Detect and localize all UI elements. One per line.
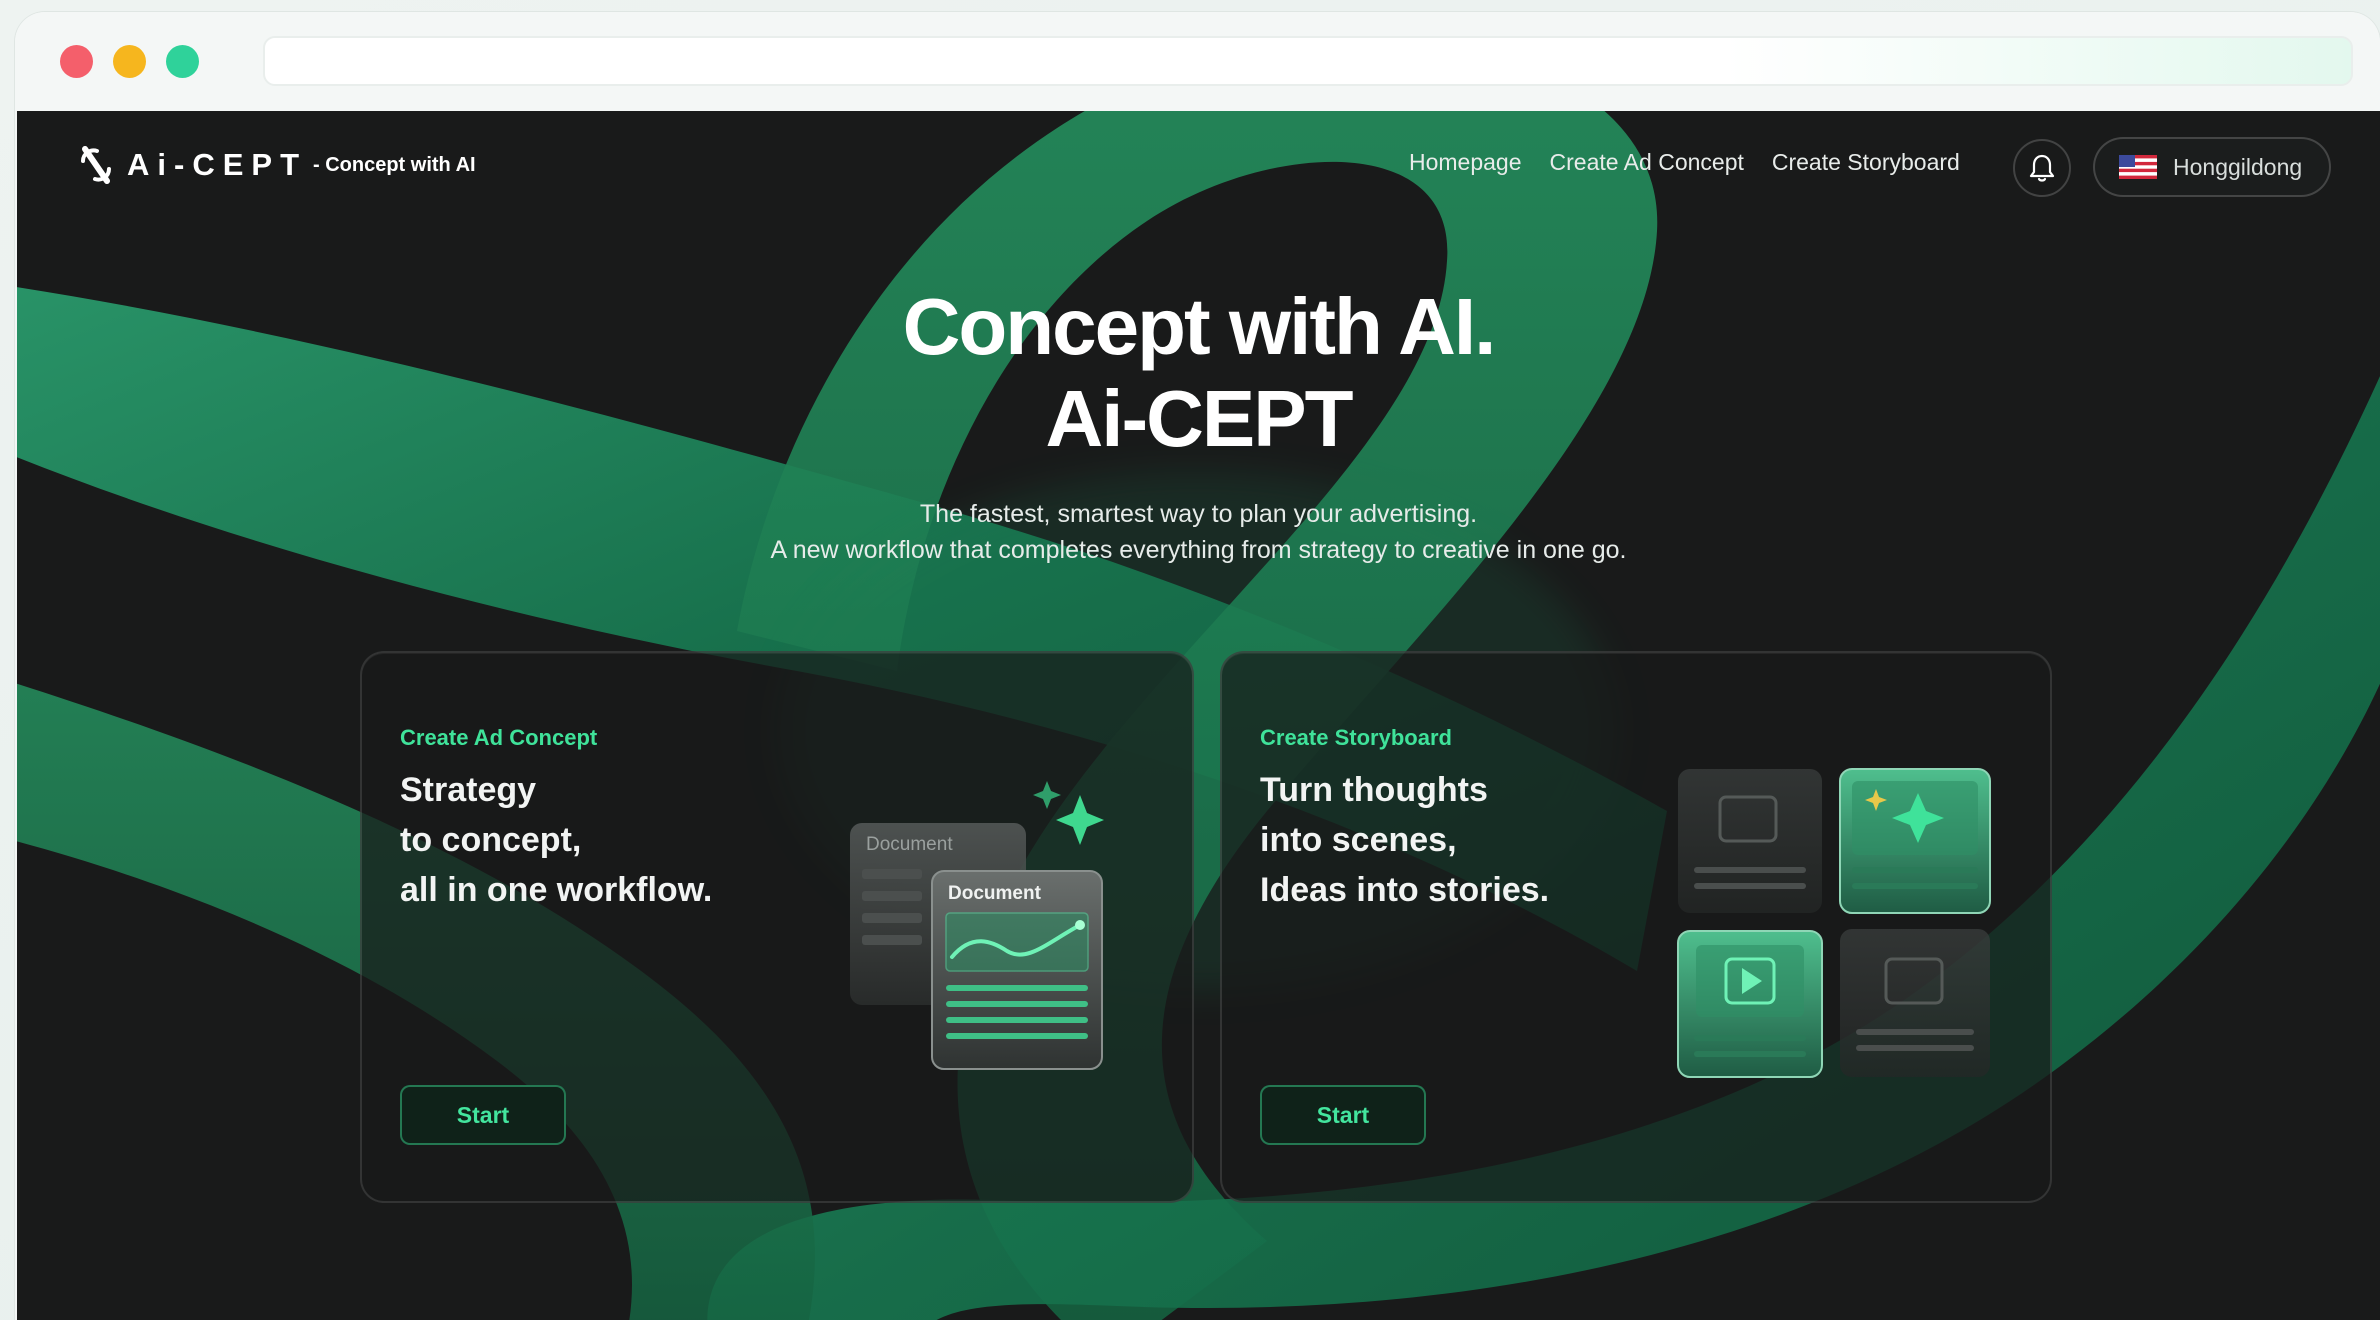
- nav-create-storyboard[interactable]: Create Storyboard: [1772, 149, 1960, 176]
- browser-chrome: [15, 12, 2380, 111]
- page: Ai-CEPT - Concept with AI Homepage Creat…: [17, 111, 2380, 1320]
- card-headline-line1: Turn thoughts: [1260, 771, 1488, 809]
- nav-links: Homepage Create Ad Concept Create Storyb…: [1409, 149, 1960, 176]
- browser-window: Ai-CEPT - Concept with AI Homepage Creat…: [15, 12, 2380, 1320]
- hero-title-line1: Concept with AI.: [902, 282, 1497, 371]
- nav-homepage[interactable]: Homepage: [1409, 149, 1522, 176]
- hero-subtitle-line1: The fastest, smartest way to plan your a…: [919, 500, 1478, 528]
- brand-name: Ai-CEPT: [127, 147, 307, 182]
- user-name: Honggildong: [2173, 153, 2303, 180]
- ad-concept-card: Create Ad Concept Strategy to concept, a…: [360, 651, 1194, 1203]
- minimize-window-button[interactable]: [113, 45, 146, 78]
- top-nav: Ai-CEPT - Concept with AI Homepage Creat…: [17, 111, 2380, 221]
- user-menu[interactable]: Honggildong: [2093, 137, 2331, 197]
- card-kicker: Create Storyboard: [1260, 725, 1452, 750]
- close-window-button[interactable]: [60, 45, 93, 78]
- hero-subtitle-line2: A new workflow that completes everything…: [770, 536, 1627, 564]
- us-flag-icon: [2119, 155, 2157, 179]
- brand-logo[interactable]: Ai-CEPT - Concept with AI: [79, 145, 476, 185]
- storyboard-illustration: [1677, 768, 1991, 1078]
- hero-title-line2: Ai-CEPT: [1045, 374, 1354, 463]
- nav-create-ad-concept[interactable]: Create Ad Concept: [1550, 149, 1744, 176]
- storyboard-start-button[interactable]: Start: [1260, 1085, 1426, 1145]
- card-headline-line2: to concept,: [400, 821, 582, 859]
- maximize-window-button[interactable]: [166, 45, 199, 78]
- card-headline-line1: Strategy: [400, 771, 537, 809]
- storyboard-card: Create Storyboard Turn thoughts into sce…: [1220, 651, 2052, 1203]
- notifications-button[interactable]: [2013, 139, 2071, 197]
- brand-tagline: - Concept with AI: [313, 153, 476, 176]
- card-headline-line3: all in one workflow.: [400, 871, 713, 909]
- card-kicker: Create Ad Concept: [400, 725, 598, 750]
- card-headline-line3: Ideas into stories.: [1260, 871, 1550, 909]
- bell-icon: [2029, 154, 2055, 182]
- doc-back-label: Document: [866, 834, 953, 855]
- address-bar[interactable]: [263, 36, 2353, 86]
- logo-mark-icon: [81, 146, 111, 184]
- ad-concept-start-button[interactable]: Start: [400, 1085, 566, 1145]
- documents-illustration: Document Document: [850, 781, 1104, 1070]
- doc-front-label: Document: [948, 883, 1042, 904]
- card-headline-line2: into scenes,: [1260, 821, 1457, 859]
